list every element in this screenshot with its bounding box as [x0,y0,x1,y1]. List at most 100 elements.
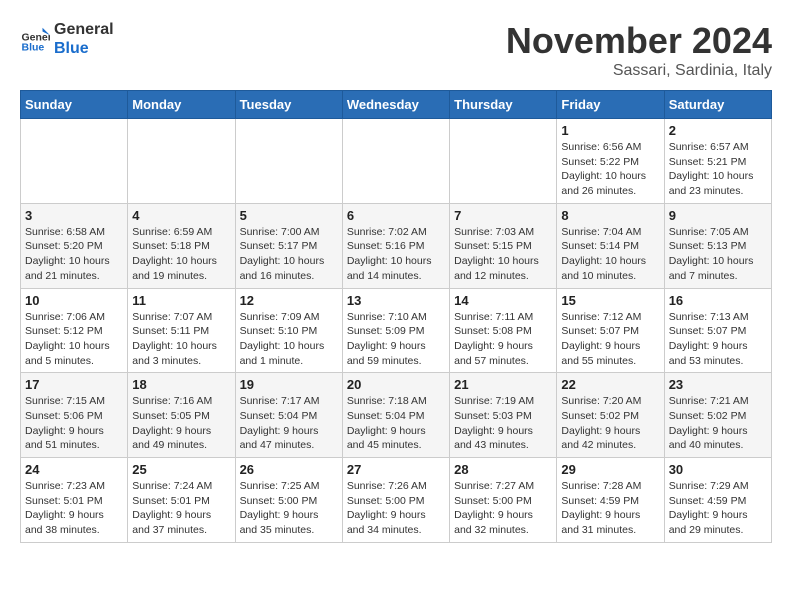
day-info: Sunrise: 7:21 AM Sunset: 5:02 PM Dayligh… [669,394,767,453]
weekday-header-sunday: Sunday [21,91,128,119]
day-info: Sunrise: 7:02 AM Sunset: 5:16 PM Dayligh… [347,225,445,284]
day-info: Sunrise: 7:07 AM Sunset: 5:11 PM Dayligh… [132,310,230,369]
day-info: Sunrise: 6:58 AM Sunset: 5:20 PM Dayligh… [25,225,123,284]
day-info: Sunrise: 6:59 AM Sunset: 5:18 PM Dayligh… [132,225,230,284]
calendar-table: SundayMondayTuesdayWednesdayThursdayFrid… [20,90,772,543]
day-number: 17 [25,377,123,392]
calendar-day-cell: 8 Sunrise: 7:04 AM Sunset: 5:14 PM Daylig… [557,203,664,288]
day-info: Sunrise: 7:12 AM Sunset: 5:07 PM Dayligh… [561,310,659,369]
day-info: Sunrise: 7:26 AM Sunset: 5:00 PM Dayligh… [347,479,445,538]
month-year-title: November 2024 [506,20,772,62]
day-info: Sunrise: 7:27 AM Sunset: 5:00 PM Dayligh… [454,479,552,538]
calendar-day-cell [235,119,342,204]
weekday-header-monday: Monday [128,91,235,119]
logo-general: General [54,20,114,39]
day-number: 6 [347,208,445,223]
day-info: Sunrise: 6:56 AM Sunset: 5:22 PM Dayligh… [561,140,659,199]
day-number: 21 [454,377,552,392]
calendar-day-cell: 10 Sunrise: 7:06 AM Sunset: 5:12 PM Dayli… [21,288,128,373]
calendar-day-cell: 28 Sunrise: 7:27 AM Sunset: 5:00 PM Dayli… [450,458,557,543]
day-info: Sunrise: 7:11 AM Sunset: 5:08 PM Dayligh… [454,310,552,369]
day-number: 5 [240,208,338,223]
calendar-week-row: 24 Sunrise: 7:23 AM Sunset: 5:01 PM Dayli… [21,458,772,543]
calendar-day-cell: 26 Sunrise: 7:25 AM Sunset: 5:00 PM Dayli… [235,458,342,543]
day-number: 28 [454,462,552,477]
calendar-day-cell: 6 Sunrise: 7:02 AM Sunset: 5:16 PM Daylig… [342,203,449,288]
day-number: 30 [669,462,767,477]
calendar-day-cell: 2 Sunrise: 6:57 AM Sunset: 5:21 PM Daylig… [664,119,771,204]
day-info: Sunrise: 7:06 AM Sunset: 5:12 PM Dayligh… [25,310,123,369]
calendar-day-cell [21,119,128,204]
day-info: Sunrise: 7:03 AM Sunset: 5:15 PM Dayligh… [454,225,552,284]
day-number: 7 [454,208,552,223]
day-info: Sunrise: 7:24 AM Sunset: 5:01 PM Dayligh… [132,479,230,538]
logo-blue: Blue [54,39,114,58]
calendar-day-cell: 17Sunrise: 7:15 AM Sunset: 5:06 PM Dayli… [21,373,128,458]
day-number: 10 [25,293,123,308]
title-block: November 2024 Sassari, Sardinia, Italy [506,20,772,80]
day-info: Sunrise: 7:19 AM Sunset: 5:03 PM Dayligh… [454,394,552,453]
svg-text:Blue: Blue [22,41,45,53]
weekday-header-thursday: Thursday [450,91,557,119]
calendar-day-cell: 27 Sunrise: 7:26 AM Sunset: 5:00 PM Dayli… [342,458,449,543]
calendar-day-cell: 5 Sunrise: 7:00 AM Sunset: 5:17 PM Daylig… [235,203,342,288]
day-info: Sunrise: 7:09 AM Sunset: 5:10 PM Dayligh… [240,310,338,369]
page-header: General Blue General Blue November 2024 … [20,20,772,80]
day-info: Sunrise: 7:20 AM Sunset: 5:02 PM Dayligh… [561,394,659,453]
calendar-day-cell: 1 Sunrise: 6:56 AM Sunset: 5:22 PM Daylig… [557,119,664,204]
day-number: 25 [132,462,230,477]
logo-icon: General Blue [20,24,50,54]
day-number: 23 [669,377,767,392]
calendar-day-cell: 14 Sunrise: 7:11 AM Sunset: 5:08 PM Dayli… [450,288,557,373]
day-number: 14 [454,293,552,308]
calendar-day-cell: 25 Sunrise: 7:24 AM Sunset: 5:01 PM Dayli… [128,458,235,543]
day-number: 8 [561,208,659,223]
weekday-header-wednesday: Wednesday [342,91,449,119]
day-number: 9 [669,208,767,223]
calendar-day-cell [128,119,235,204]
day-number: 13 [347,293,445,308]
day-number: 11 [132,293,230,308]
day-info: Sunrise: 7:13 AM Sunset: 5:07 PM Dayligh… [669,310,767,369]
calendar-day-cell: 15 Sunrise: 7:12 AM Sunset: 5:07 PM Dayli… [557,288,664,373]
day-number: 22 [561,377,659,392]
location-subtitle: Sassari, Sardinia, Italy [506,62,772,80]
day-number: 26 [240,462,338,477]
calendar-day-cell [342,119,449,204]
day-number: 1 [561,123,659,138]
weekday-header-row: SundayMondayTuesdayWednesdayThursdayFrid… [21,91,772,119]
day-number: 27 [347,462,445,477]
calendar-day-cell [450,119,557,204]
day-number: 2 [669,123,767,138]
calendar-day-cell: 29Sunrise: 7:28 AM Sunset: 4:59 PM Dayli… [557,458,664,543]
day-info: Sunrise: 7:00 AM Sunset: 5:17 PM Dayligh… [240,225,338,284]
day-number: 18 [132,377,230,392]
calendar-day-cell: 23 Sunrise: 7:21 AM Sunset: 5:02 PM Dayli… [664,373,771,458]
day-info: Sunrise: 7:16 AM Sunset: 5:05 PM Dayligh… [132,394,230,453]
calendar-day-cell: 20 Sunrise: 7:18 AM Sunset: 5:04 PM Dayli… [342,373,449,458]
day-number: 15 [561,293,659,308]
day-info: Sunrise: 7:04 AM Sunset: 5:14 PM Dayligh… [561,225,659,284]
calendar-day-cell: 19 Sunrise: 7:17 AM Sunset: 5:04 PM Dayli… [235,373,342,458]
day-number: 16 [669,293,767,308]
day-number: 29 [561,462,659,477]
day-info: Sunrise: 6:57 AM Sunset: 5:21 PM Dayligh… [669,140,767,199]
day-number: 19 [240,377,338,392]
day-info: Sunrise: 7:23 AM Sunset: 5:01 PM Dayligh… [25,479,123,538]
weekday-header-friday: Friday [557,91,664,119]
day-number: 24 [25,462,123,477]
calendar-day-cell: 22 Sunrise: 7:20 AM Sunset: 5:02 PM Dayli… [557,373,664,458]
calendar-week-row: 10 Sunrise: 7:06 AM Sunset: 5:12 PM Dayli… [21,288,772,373]
day-number: 20 [347,377,445,392]
calendar-day-cell: 4Sunrise: 6:59 AM Sunset: 5:18 PM Daylig… [128,203,235,288]
calendar-day-cell: 24 Sunrise: 7:23 AM Sunset: 5:01 PM Dayli… [21,458,128,543]
calendar-day-cell: 16 Sunrise: 7:13 AM Sunset: 5:07 PM Dayli… [664,288,771,373]
day-number: 3 [25,208,123,223]
day-number: 12 [240,293,338,308]
calendar-day-cell: 18 Sunrise: 7:16 AM Sunset: 5:05 PM Dayli… [128,373,235,458]
day-info: Sunrise: 7:17 AM Sunset: 5:04 PM Dayligh… [240,394,338,453]
calendar-day-cell: 12 Sunrise: 7:09 AM Sunset: 5:10 PM Dayli… [235,288,342,373]
day-info: Sunrise: 7:18 AM Sunset: 5:04 PM Dayligh… [347,394,445,453]
day-info: Sunrise: 7:25 AM Sunset: 5:00 PM Dayligh… [240,479,338,538]
day-info: Sunrise: 7:29 AM Sunset: 4:59 PM Dayligh… [669,479,767,538]
